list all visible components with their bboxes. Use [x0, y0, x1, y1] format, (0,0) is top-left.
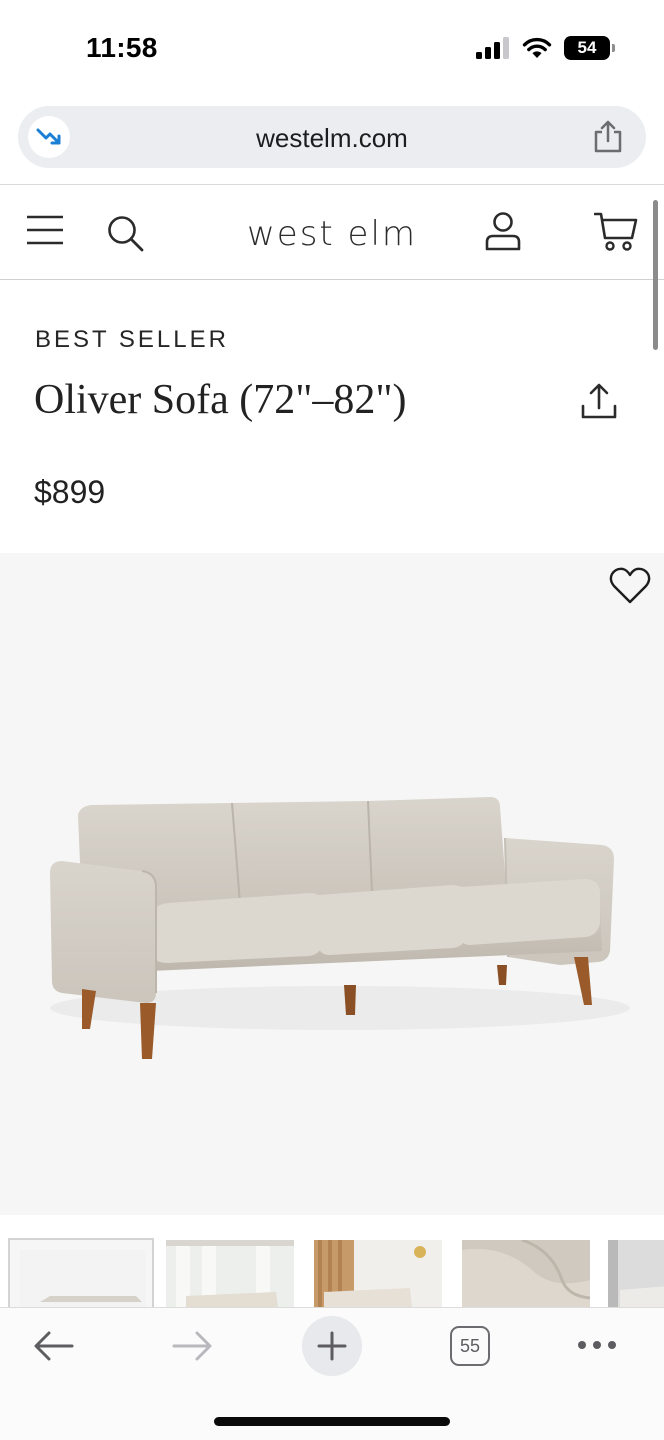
battery-level: 54: [577, 38, 597, 57]
heart-icon[interactable]: [608, 566, 652, 606]
back-arrow-icon[interactable]: [34, 1330, 74, 1362]
thumbnail-3[interactable]: [314, 1240, 442, 1308]
best-seller-badge: BEST SELLER: [35, 326, 229, 353]
thumbnail-4[interactable]: [462, 1240, 590, 1308]
account-icon[interactable]: [484, 211, 522, 251]
site-logo[interactable]: west elm: [0, 214, 664, 254]
status-time: 11:58: [86, 32, 158, 63]
share-icon[interactable]: [592, 120, 624, 154]
url-bar[interactable]: westelm.com: [18, 106, 646, 168]
url-text[interactable]: westelm.com: [18, 123, 646, 154]
status-icons: 54: [476, 36, 615, 60]
sofa-image: [50, 797, 630, 1059]
thumbnail-1[interactable]: [8, 1238, 154, 1308]
product-price: $899: [34, 474, 106, 510]
cellular-signal-icon: [476, 37, 509, 59]
cart-icon[interactable]: [594, 211, 638, 253]
thumbnail-5[interactable]: [608, 1240, 664, 1308]
product-title: Oliver Sofa (72"–82"): [34, 377, 407, 423]
divider: [0, 279, 664, 280]
more-icon[interactable]: [576, 1338, 618, 1352]
thumbnail-2[interactable]: [166, 1240, 294, 1308]
share-icon[interactable]: [580, 382, 618, 422]
new-tab-button[interactable]: [302, 1316, 362, 1376]
new-tab-icon: [317, 1331, 347, 1361]
wifi-icon: [522, 37, 552, 58]
open-tabs-count: 55: [459, 1335, 481, 1356]
forward-arrow-icon[interactable]: [172, 1330, 212, 1362]
home-indicator: [214, 1417, 450, 1426]
status-bar: 11:58 54: [0, 0, 664, 100]
thumbnail-strip: [0, 1230, 664, 1308]
battery-icon: 54: [564, 36, 615, 60]
site-header: west elm: [0, 185, 664, 279]
scrollbar[interactable]: [653, 200, 658, 350]
tabs-icon[interactable]: 55: [450, 1326, 490, 1366]
